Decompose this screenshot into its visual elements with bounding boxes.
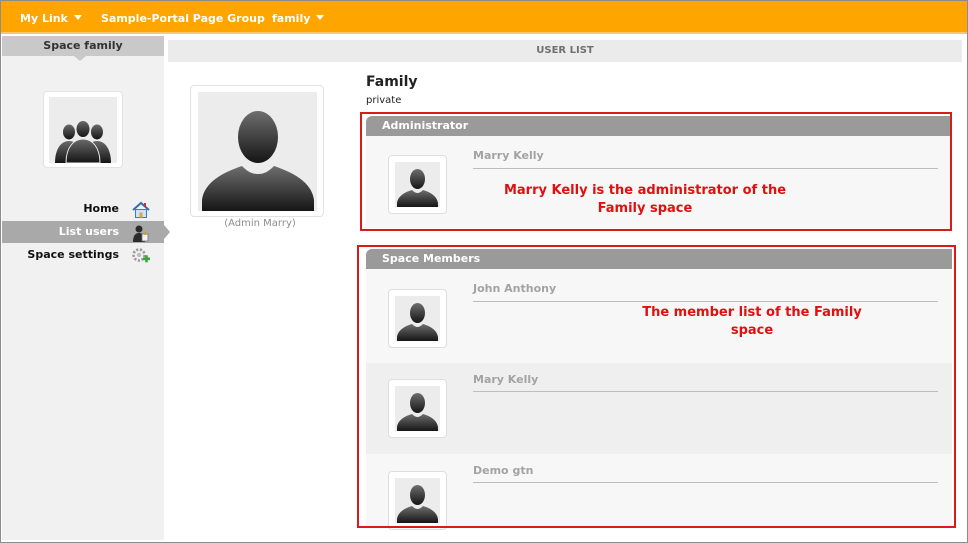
chevron-down-icon: [73, 15, 82, 20]
home-icon: [132, 201, 150, 219]
nav-my-link-label: My Link: [20, 12, 68, 25]
sidebar-item-label: Home: [83, 202, 119, 215]
sidebar-item-label: Space settings: [27, 248, 119, 261]
group-avatar-icon: [55, 120, 111, 163]
nav-page-group[interactable]: Sample-Portal Page Group: [101, 12, 265, 26]
space-title: Space family: [2, 36, 164, 56]
nav-page-group-label: Sample-Portal Page Group: [101, 12, 265, 25]
admin-caption: (Admin Marry): [224, 218, 296, 229]
annotation-line: space: [730, 323, 774, 338]
nav-family[interactable]: family: [272, 12, 325, 26]
sidebar-item-space-settings[interactable]: Space settings: [2, 244, 164, 266]
space-title-pointer: [74, 56, 86, 61]
members-annotation-note: The member list of the Family space: [622, 304, 882, 340]
active-item-pointer: [164, 225, 170, 239]
space-sidebar: Space family Home List users Space setti…: [2, 36, 170, 540]
annotation-line: The member list of the Family: [642, 305, 862, 320]
user-avatar-icon: [202, 111, 314, 211]
sidebar-item-list-users[interactable]: List users: [2, 221, 170, 243]
nav-my-link[interactable]: My Link: [20, 12, 82, 26]
top-navigation-bar: My Link Sample-Portal Page Group family: [0, 0, 968, 34]
sidebar-item-home[interactable]: Home: [2, 198, 164, 220]
admin-avatar[interactable]: [190, 85, 324, 217]
members-annotation-box: [357, 245, 956, 528]
space-avatar: [43, 91, 123, 168]
sidebar-item-label: List users: [58, 225, 119, 238]
space-name: Family: [366, 74, 418, 90]
chevron-down-icon: [316, 15, 325, 20]
annotation-line: Marry Kelly is the administrator of the: [503, 183, 787, 198]
user-list-header: USER LIST: [168, 40, 962, 62]
nav-family-label: family: [272, 12, 311, 25]
user-icon: [132, 224, 150, 242]
annotation-line: Family space: [597, 201, 693, 216]
settings-add-icon: [132, 247, 150, 265]
space-privacy: private: [366, 95, 402, 106]
administrator-annotation-note: Marry Kelly is the administrator of the …: [496, 182, 794, 218]
